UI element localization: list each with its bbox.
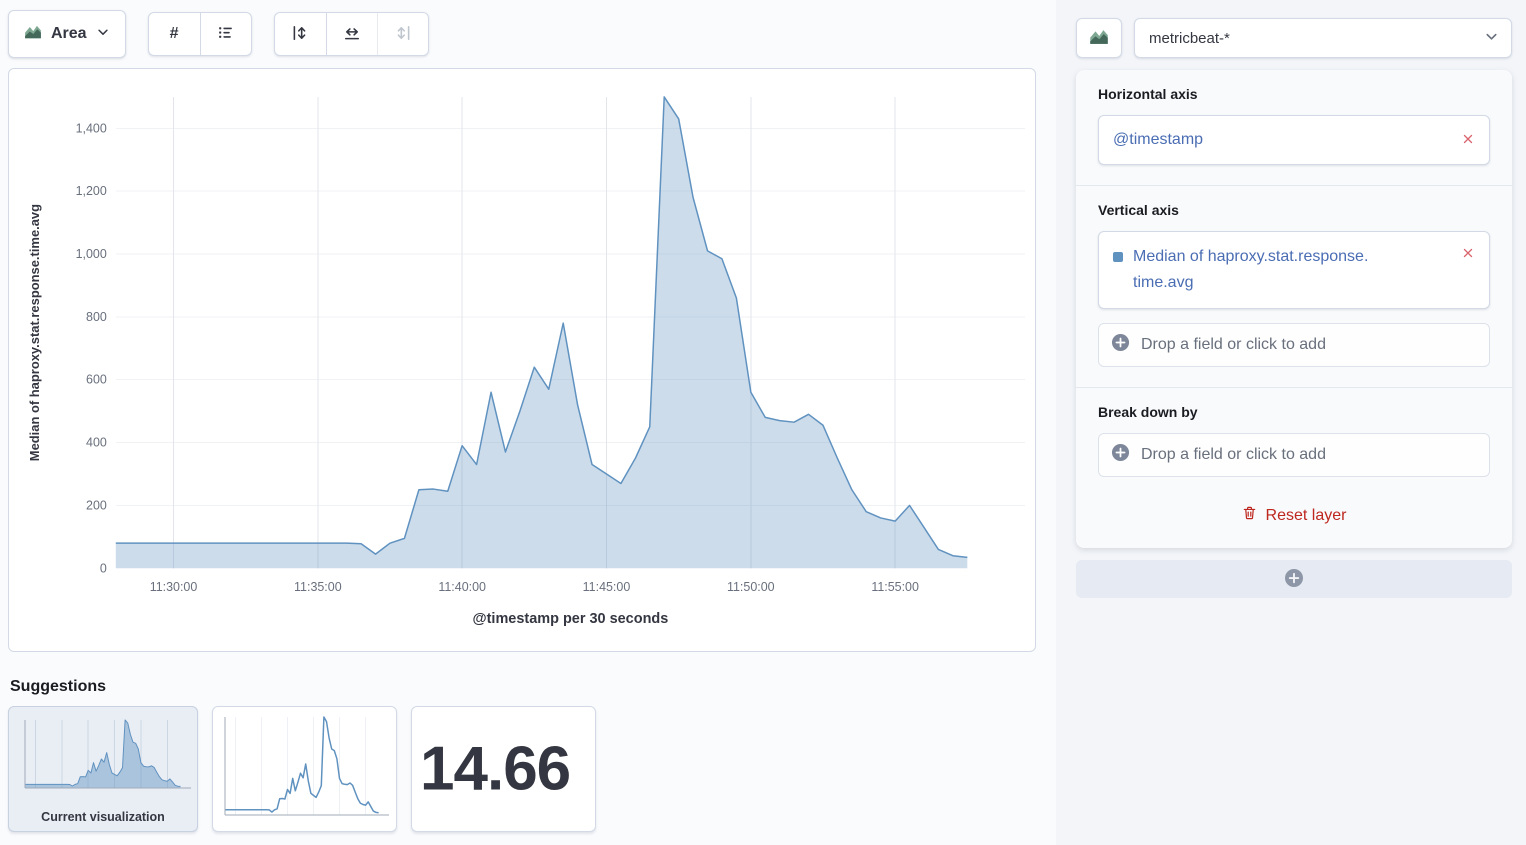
dimension-field-label: Median of haproxy.stat.response. time.av… [1133,244,1449,296]
metric-value: 14.66 [420,734,570,805]
chevron-down-icon [96,25,110,44]
area-chart-icon [24,23,42,46]
plus-circle-icon [1284,568,1304,591]
dimension-field-label: @timestamp [1113,127,1449,153]
remove-dimension-button[interactable] [1459,130,1477,151]
svg-text:11:40:00: 11:40:00 [438,580,486,594]
chart-type-button[interactable]: Area [8,10,126,58]
svg-text:0: 0 [100,561,107,575]
break-down-drop-target[interactable]: Drop a field or click to add [1098,433,1490,477]
drop-placeholder-text: Drop a field or click to add [1141,446,1326,464]
index-pattern-value: metricbeat-* [1149,30,1230,47]
break-down-section: Break down by Drop a field or click to a… [1076,387,1512,548]
reset-layer-button[interactable]: Reset layer [1098,499,1490,528]
series-color-swatch [1113,252,1123,262]
svg-text:11:35:00: 11:35:00 [294,580,342,594]
chart-type-label: Area [51,25,87,43]
layer-panel: Horizontal axis @timestamp Vertical axis… [1076,70,1512,548]
sidebar-top-row: metricbeat-* [1076,18,1512,58]
vertical-axis-dimension[interactable]: Median of haproxy.stat.response. time.av… [1098,231,1490,309]
svg-text:11:55:00: 11:55:00 [871,580,919,594]
area-chart-icon [1089,27,1109,50]
right-axis-icon [394,24,412,45]
suggestion-current-visualization[interactable]: Current visualization [8,706,198,832]
svg-text:800: 800 [86,310,107,324]
svg-text:1,400: 1,400 [76,121,107,135]
remove-dimension-button[interactable] [1459,244,1477,265]
add-layer-button[interactable] [1076,560,1512,598]
chart-switch-button[interactable] [1076,18,1122,58]
value-options-group: # [148,12,252,56]
svg-text:200: 200 [86,498,107,512]
break-down-title: Break down by [1098,404,1490,420]
axis-settings-group [274,12,429,56]
value-labels-button[interactable]: # [149,13,200,55]
svg-text:@timestamp per 30 seconds: @timestamp per 30 seconds [473,611,669,627]
suggestion-metric[interactable]: 14.66 [411,706,596,832]
suggestions-row: Current visualization 14.66 [8,706,1046,832]
svg-text:11:50:00: 11:50:00 [727,580,775,594]
area-chart: 0 200 400 600 800 1,000 1,200 1,400 11:30:00 11:3… [9,69,1035,651]
legend-values-button[interactable] [200,13,251,55]
plus-circle-icon [1111,443,1130,467]
svg-text:11:45:00: 11:45:00 [583,580,631,594]
reset-layer-label: Reset layer [1266,507,1347,525]
x-icon [1461,132,1475,149]
suggestion-line-thumbnail [213,707,396,831]
suggestion-area-thumbnail [10,712,198,804]
current-visualization-label: Current visualization [9,810,197,824]
drop-placeholder-text: Drop a field or click to add [1141,336,1326,354]
hash-icon: # [170,25,179,43]
svg-text:1,000: 1,000 [76,247,107,261]
config-sidebar: metricbeat-* Horizontal axis @timestamp … [1056,0,1526,845]
horizontal-axis-section: Horizontal axis @timestamp [1076,70,1512,185]
visualization-panel: 0 200 400 600 800 1,000 1,200 1,400 11:30:00 11:3… [8,68,1036,652]
chevron-down-icon [1484,29,1499,48]
workspace-column: Area # [0,0,1056,845]
plus-circle-icon [1111,333,1130,357]
right-axis-button[interactable] [377,13,428,55]
x-icon [1461,246,1475,263]
svg-text:1,200: 1,200 [76,184,107,198]
svg-text:Median of haproxy.stat.respons: Median of haproxy.stat.response.time.avg [27,204,42,461]
svg-text:11:30:00: 11:30:00 [150,580,198,594]
suggestions-heading: Suggestions [10,678,1046,696]
list-icon [217,24,234,44]
index-pattern-select[interactable]: metricbeat-* [1134,18,1512,58]
suggestion-line-chart[interactable] [212,706,397,832]
vertical-axis-title: Vertical axis [1098,202,1490,218]
horizontal-axis-dimension[interactable]: @timestamp [1098,115,1490,165]
horizontal-axis-title: Horizontal axis [1098,86,1490,102]
vertical-axis-section: Vertical axis Median of haproxy.stat.res… [1076,185,1512,387]
bottom-axis-icon [343,24,361,45]
left-axis-button[interactable] [275,13,326,55]
trash-icon [1242,505,1257,526]
left-axis-icon [291,24,309,45]
bottom-axis-button[interactable] [326,13,377,55]
svg-text:600: 600 [86,373,107,387]
workspace-toolbar: Area # [8,8,1046,60]
svg-text:400: 400 [86,436,107,450]
vertical-axis-drop-target[interactable]: Drop a field or click to add [1098,323,1490,367]
